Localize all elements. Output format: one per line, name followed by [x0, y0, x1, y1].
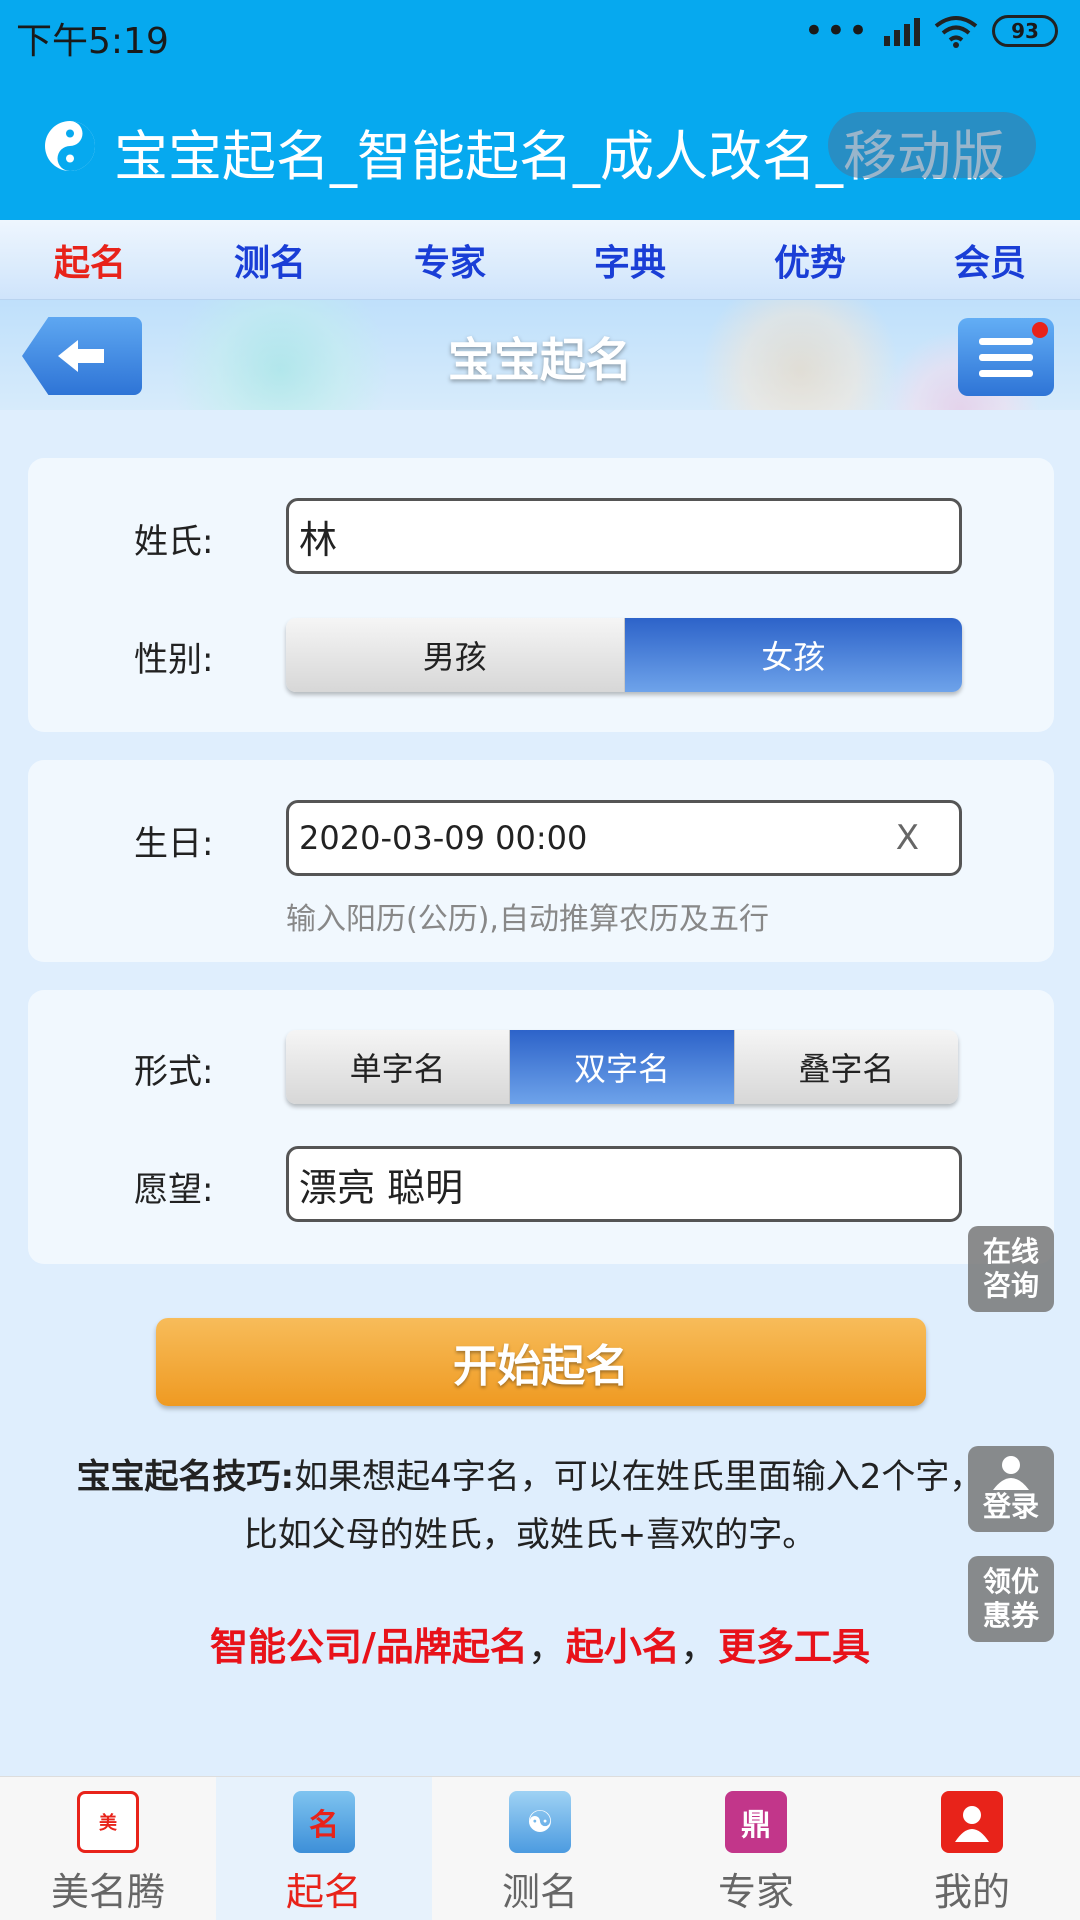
user-icon [993, 1456, 1029, 1490]
birthday-card: 生日: 2020-03-09 00:00 X 输入阳历(公历),自动推算农历及五… [28, 760, 1054, 962]
title-bar: 宝宝起名_智能起名_成人改名_移动版 [0, 70, 1080, 220]
status-icons: ••• 93 [804, 14, 1058, 48]
tab-label: 专家 [717, 1870, 794, 1914]
gender-option-boy[interactable]: 男孩 [286, 618, 625, 692]
tab-name-test[interactable]: ☯ 测名 [432, 1777, 648, 1920]
surname-input[interactable]: 林 [286, 498, 962, 574]
name-preferences-card: 形式: 单字名 双字名 叠字名 愿望: 漂亮 聪明 [28, 990, 1054, 1264]
online-consult-label: 在线咨询 [982, 1235, 1039, 1302]
link-nickname[interactable]: 起小名 [566, 1625, 680, 1669]
coupon-label: 领优惠券 [982, 1565, 1039, 1632]
tab-expert[interactable]: 鼎 专家 [648, 1777, 864, 1920]
clear-birthday-button[interactable]: X [896, 818, 919, 858]
tips-text: 如果想起4字名，可以在姓氏里面输入2个字，比如父母的姓氏，或姓氏+喜欢的字。 [243, 1457, 984, 1555]
gender-label: 性别: [134, 640, 214, 680]
gender-selector: 男孩 女孩 [286, 618, 962, 692]
style-option-repeated[interactable]: 叠字名 [734, 1030, 958, 1104]
nav-item-advantages[interactable]: 优势 [720, 234, 900, 286]
style-label: 形式: [134, 1052, 214, 1092]
nav-item-dictionary[interactable]: 字典 [540, 234, 720, 286]
title-overlay-pill [828, 112, 1036, 178]
expert-icon: 鼎 [725, 1791, 787, 1853]
link-more-tools[interactable]: 更多工具 [718, 1625, 870, 1669]
notification-dot [1032, 322, 1048, 338]
online-consult-button[interactable]: 在线咨询 [968, 1226, 1054, 1312]
nav-item-name-test[interactable]: 测名 [180, 234, 360, 286]
nav-item-expert[interactable]: 专家 [360, 234, 540, 286]
bottom-tab-bar: 美 美名腾 名 起名 ☯ 测名 鼎 专家 我的 [0, 1776, 1080, 1920]
login-label: 登录 [982, 1490, 1039, 1523]
style-option-single[interactable]: 单字名 [286, 1030, 511, 1104]
brand-logo-icon: 美 [77, 1791, 139, 1853]
link-company-brand-naming[interactable]: 智能公司/品牌起名 [210, 1625, 528, 1669]
battery-icon: 93 [992, 15, 1058, 47]
start-naming-button[interactable]: 开始起名 [156, 1318, 926, 1406]
tab-label: 我的 [933, 1870, 1010, 1914]
tab-label: 美名腾 [50, 1870, 165, 1914]
birthday-hint: 输入阳历(公历),自动推算农历及五行 [286, 902, 769, 937]
wish-input[interactable]: 漂亮 聪明 [286, 1146, 962, 1222]
surname-label: 姓氏: [134, 522, 214, 562]
login-button[interactable]: 登录 [968, 1446, 1054, 1532]
top-nav: 起名 测名 专家 字典 优势 会员 [0, 220, 1080, 300]
name-style-selector: 单字名 双字名 叠字名 [286, 1030, 958, 1104]
more-tools-links: 智能公司/品牌起名，起小名，更多工具 [0, 1616, 1080, 1671]
wifi-icon [934, 16, 978, 48]
yin-yang-icon [45, 121, 95, 171]
basic-info-card: 姓氏: 林 性别: 男孩 女孩 [28, 458, 1054, 732]
more-dots-icon: ••• [803, 11, 870, 51]
tab-home[interactable]: 美 美名腾 [0, 1777, 216, 1920]
nav-item-naming[interactable]: 起名 [0, 234, 180, 286]
signal-icon [884, 16, 920, 46]
tab-profile[interactable]: 我的 [864, 1777, 1080, 1920]
status-time: 下午5:19 [16, 21, 169, 62]
nav-item-member[interactable]: 会员 [900, 234, 1080, 286]
style-option-double[interactable]: 双字名 [510, 1030, 735, 1104]
tab-label: 测名 [501, 1870, 578, 1914]
coupon-button[interactable]: 领优惠券 [968, 1556, 1054, 1642]
naming-icon: 名 [293, 1791, 355, 1853]
page-header-banner: 宝宝起名 [0, 300, 1080, 410]
link-separator: ， [527, 1625, 566, 1669]
profile-icon [941, 1791, 1003, 1853]
name-test-icon: ☯ [509, 1791, 571, 1853]
tips-heading: 宝宝起名技巧: [76, 1457, 295, 1497]
menu-button[interactable] [958, 318, 1054, 396]
birthday-value: 2020-03-09 00:00 [299, 819, 588, 857]
tab-naming[interactable]: 名 起名 [216, 1777, 432, 1920]
tab-label: 起名 [285, 1870, 362, 1914]
status-bar: 下午5:19 ••• 93 [0, 0, 1080, 70]
page-title: 宝宝起名 [448, 333, 632, 387]
link-separator: ， [679, 1625, 718, 1669]
battery-level: 93 [1011, 19, 1039, 43]
naming-tips: 宝宝起名技巧:如果想起4字名，可以在姓氏里面输入2个字，比如父母的姓氏，或姓氏+… [60, 1448, 1000, 1564]
gender-option-girl[interactable]: 女孩 [624, 618, 962, 692]
wish-label: 愿望: [134, 1170, 214, 1210]
birthday-label: 生日: [134, 824, 214, 864]
birthday-input[interactable]: 2020-03-09 00:00 X [286, 800, 962, 876]
